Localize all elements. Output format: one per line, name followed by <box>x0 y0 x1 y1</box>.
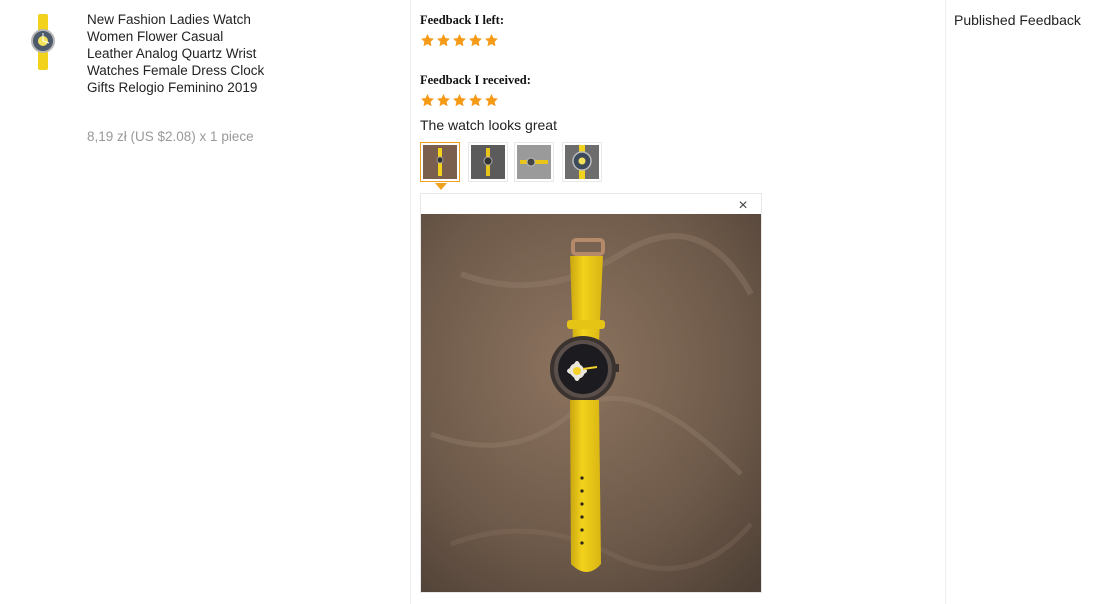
star-icon <box>469 33 482 47</box>
star-icon <box>421 33 434 47</box>
star-icon <box>469 93 482 107</box>
photo-thumb-icon <box>565 145 599 179</box>
feedback-status: Published Feedback <box>954 12 1081 28</box>
gallery-thumb-1[interactable] <box>420 142 460 182</box>
feedback-received-label: Feedback I received: <box>420 73 531 87</box>
star-icon <box>485 33 498 47</box>
feedback-left-stars <box>420 33 499 48</box>
feedback-received-stars <box>420 93 499 108</box>
gallery-thumb-2[interactable] <box>468 142 508 182</box>
column-divider <box>945 0 946 604</box>
gallery-pointer <box>435 183 447 190</box>
star-icon <box>453 93 466 107</box>
star-icon <box>421 93 434 107</box>
photo-thumb-icon <box>423 145 457 179</box>
product-thumbnail[interactable] <box>22 12 66 72</box>
product-title-link[interactable]: New Fashion Ladies Watch Women Flower Ca… <box>87 11 267 96</box>
feedback-left-label: Feedback I left: <box>420 13 505 27</box>
star-icon <box>437 93 450 107</box>
feedback-comment: The watch looks great <box>420 117 557 133</box>
watch-icon <box>31 14 55 70</box>
column-divider <box>410 0 411 604</box>
star-icon <box>485 93 498 107</box>
gallery-thumb-3[interactable] <box>514 142 554 182</box>
star-icon <box>453 33 466 47</box>
gallery-thumb-4[interactable] <box>562 142 602 182</box>
product-price: 8,19 zł (US $2.08) x 1 piece <box>87 129 254 144</box>
star-icon <box>437 33 450 47</box>
photo-thumb-icon <box>471 145 505 179</box>
photo-thumb-icon <box>517 145 551 179</box>
enlarged-watch-photo <box>421 214 761 592</box>
close-viewer-button[interactable]: × <box>734 197 752 215</box>
